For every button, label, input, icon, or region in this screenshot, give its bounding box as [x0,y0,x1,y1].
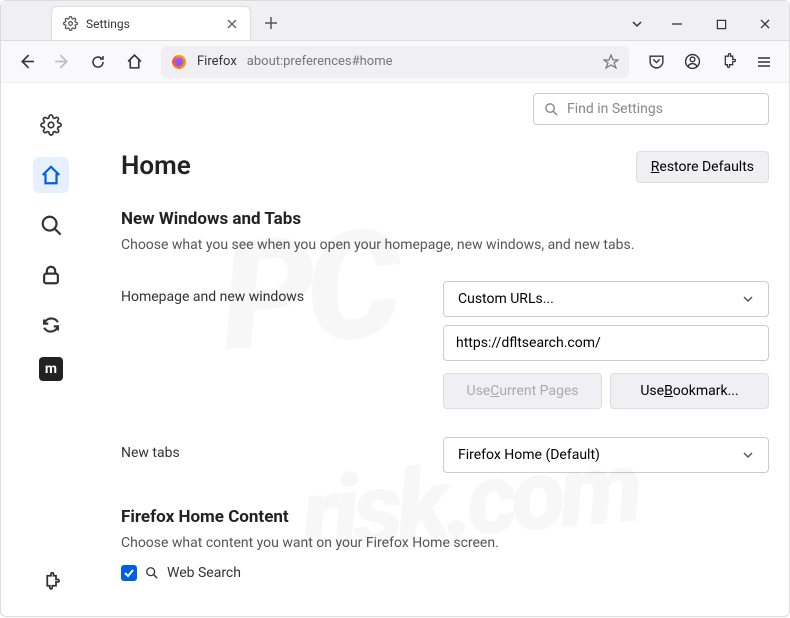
url-identity: Firefox [197,54,237,69]
window-minimize-button[interactable] [657,8,697,40]
gear-icon [62,16,78,32]
use-current-pages-button[interactable]: Use Current Pages [443,373,602,409]
sidebar-item-sync[interactable] [33,307,69,343]
account-button[interactable] [677,47,707,77]
tab-settings[interactable]: Settings [51,6,251,40]
web-search-label: Web Search [167,565,241,581]
section-new-windows-tabs-desc: Choose what you see when you open your h… [121,237,769,253]
new-tab-button[interactable] [257,9,285,37]
sidebar-item-extensions[interactable] [33,564,69,600]
use-bookmark-button[interactable]: Use Bookmark... [610,373,769,409]
sidebar-item-privacy[interactable] [33,257,69,293]
section-home-content-desc: Choose what content you want on your Fir… [121,535,769,551]
search-icon [145,566,159,580]
back-button[interactable] [11,47,41,77]
window-maximize-button[interactable] [701,8,741,40]
reload-button[interactable] [83,47,113,77]
section-home-content-title: Firefox Home Content [121,507,769,527]
homepage-mode-value: Custom URLs... [458,291,554,307]
window-close-button[interactable] [745,8,785,40]
tab-title: Settings [86,17,216,31]
url-text: about:preferences#home [247,54,593,69]
search-icon [544,102,559,117]
web-search-checkbox[interactable] [121,565,137,581]
all-tabs-button[interactable] [621,8,653,40]
firefox-logo-icon [171,54,187,70]
search-placeholder: Find in Settings [567,101,663,117]
new-tabs-value: Firefox Home (Default) [458,447,600,463]
section-new-windows-tabs-title: New Windows and Tabs [121,209,769,229]
new-tabs-select[interactable]: Firefox Home (Default) [443,437,769,473]
new-tabs-label: New tabs [121,437,443,461]
bookmark-star-icon[interactable] [603,54,619,70]
sidebar-item-mozilla[interactable]: m [39,357,63,381]
chevron-down-icon [742,293,754,305]
homepage-label: Homepage and new windows [121,281,443,305]
pocket-button[interactable] [641,47,671,77]
forward-button[interactable] [47,47,77,77]
chevron-down-icon [742,449,754,461]
find-in-settings-input[interactable]: Find in Settings [533,93,769,125]
tab-close-button[interactable] [224,16,240,32]
sidebar-item-home[interactable] [33,157,69,193]
app-menu-button[interactable] [749,47,779,77]
home-button[interactable] [119,47,149,77]
homepage-mode-select[interactable]: Custom URLs... [443,281,769,317]
extensions-button[interactable] [713,47,743,77]
restore-defaults-button[interactable]: Restore Defaults [636,151,769,183]
sidebar-item-search[interactable] [33,207,69,243]
homepage-url-input[interactable] [443,325,769,361]
url-bar[interactable]: Firefox about:preferences#home [161,46,629,78]
sidebar-item-general[interactable] [33,107,69,143]
